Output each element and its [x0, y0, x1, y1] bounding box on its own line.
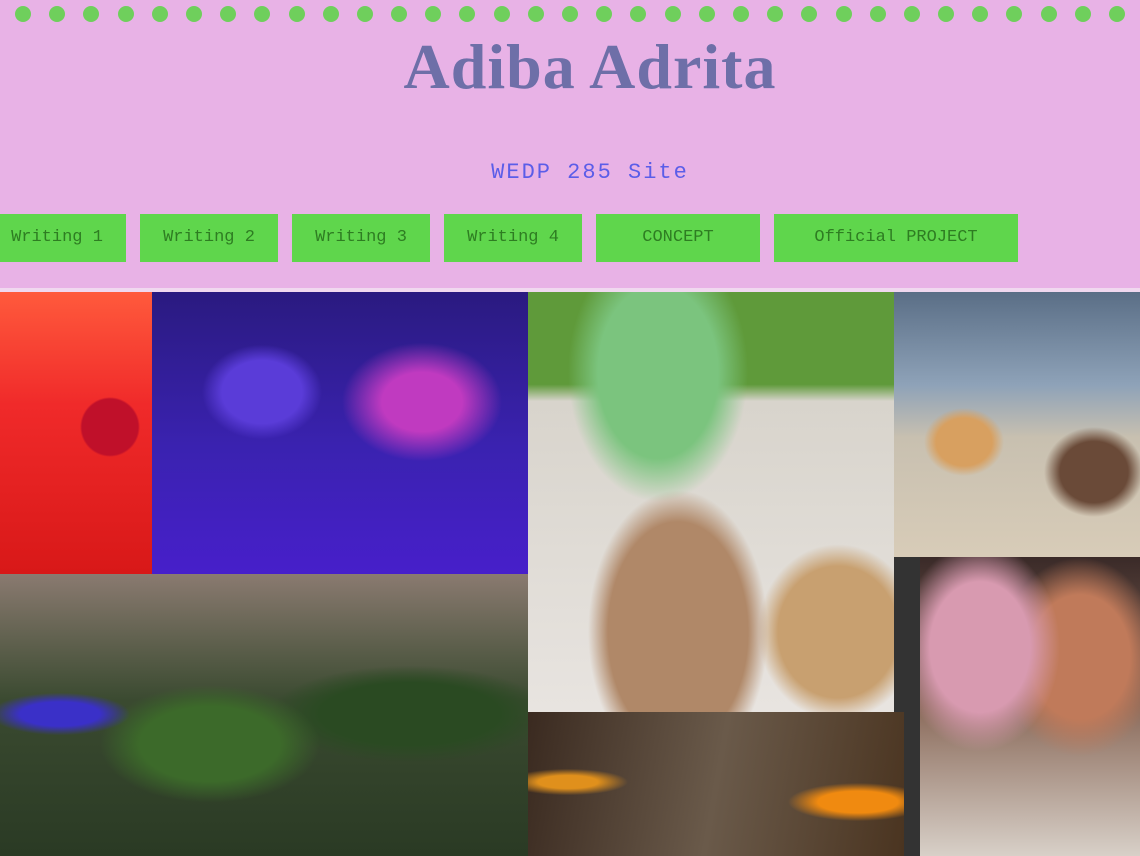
dot-decoration: [185, 6, 202, 22]
page-subtitle: WEDP 285 Site: [491, 160, 689, 185]
dot-decoration: [220, 6, 237, 22]
dot-decoration: [15, 6, 31, 22]
dot-decoration: [698, 6, 715, 22]
dot-decoration: [903, 6, 920, 22]
dot-decoration: [664, 6, 681, 22]
dot-decoration: [322, 6, 339, 22]
dot-decoration: [83, 6, 100, 22]
dot-decoration: [425, 6, 442, 22]
dot-decoration: [356, 6, 373, 22]
nav-button-writing-4[interactable]: Writing 4: [444, 214, 582, 262]
dot-decoration: [49, 6, 66, 22]
dot-decoration: [254, 6, 271, 22]
dot-decoration: [972, 6, 989, 22]
dot-decoration: [459, 6, 476, 22]
nav-button-writing-2[interactable]: Writing 2: [140, 214, 278, 262]
dot-decoration: [117, 6, 134, 22]
nav-button-writing-1[interactable]: Writing 1: [0, 214, 126, 262]
photo-flower-stand: [920, 557, 1140, 856]
nav-button-official-project[interactable]: Official PROJECT: [774, 214, 1018, 262]
dot-decoration: [1040, 6, 1057, 22]
dot-decoration: [151, 6, 168, 22]
page-title: Adiba Adrita: [403, 31, 777, 102]
dotted-border: [0, 6, 1140, 24]
photo-red-drink: [0, 292, 152, 574]
dot-decoration: [869, 6, 886, 22]
dot-decoration: [596, 6, 613, 22]
nav-bar: Writing 1 Writing 2 Writing 3 Writing 4 …: [0, 214, 1018, 262]
photo-warm-lights: [528, 712, 904, 856]
dot-decoration: [1006, 6, 1023, 22]
nav-button-writing-3[interactable]: Writing 3: [292, 214, 430, 262]
dot-decoration: [767, 6, 784, 22]
dot-decoration: [630, 6, 647, 22]
dot-decoration: [801, 6, 818, 22]
photo-picnic-spread: [528, 292, 894, 712]
nav-button-concept[interactable]: CONCEPT: [596, 214, 760, 262]
photo-purple-garden: [152, 292, 528, 602]
dot-decoration: [527, 6, 544, 22]
dot-decoration: [391, 6, 408, 22]
dot-decoration: [1109, 6, 1125, 22]
photo-market-flowers: [0, 574, 528, 856]
dot-decoration: [938, 6, 955, 22]
dot-decoration: [835, 6, 852, 22]
photo-outdoor-table: [894, 292, 1140, 557]
dot-decoration: [562, 6, 578, 22]
dot-decoration: [288, 6, 305, 22]
photo-collage: [0, 292, 1140, 856]
dot-decoration: [1074, 6, 1091, 22]
dot-decoration: [732, 6, 749, 22]
dot-decoration: [493, 6, 510, 22]
